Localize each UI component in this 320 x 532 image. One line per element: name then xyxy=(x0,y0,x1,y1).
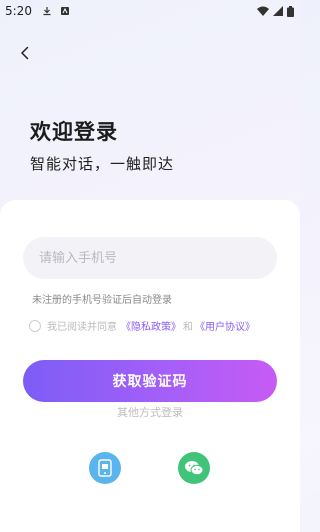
agree-prefix-text: 我已阅读并同意 xyxy=(47,322,117,333)
user-agreement-link[interactable]: 《用户协议》 xyxy=(195,318,255,333)
page-title: 欢迎登录 xyxy=(30,120,118,144)
register-hint: 未注册的手机号验证后自动登录 xyxy=(32,295,172,306)
page-subtitle: 智能对话，一触即达 xyxy=(30,155,175,173)
wechat-login-button[interactable] xyxy=(178,452,210,484)
status-bar: 5:20 xyxy=(0,0,300,22)
get-code-button[interactable]: 获取验证码 xyxy=(23,360,277,402)
wechat-icon xyxy=(185,461,204,476)
agreement-row: 我已阅读并同意 《隐私政策》 和 《用户协议》 xyxy=(29,318,255,333)
and-text: 和 xyxy=(183,322,193,333)
app-notification-icon xyxy=(60,7,69,15)
privacy-policy-link[interactable]: 《隐私政策》 xyxy=(121,318,181,333)
wifi-icon xyxy=(257,6,269,16)
agree-checkbox[interactable] xyxy=(29,319,41,332)
signal-icon xyxy=(273,6,283,16)
chevron-left-icon xyxy=(21,46,29,60)
other-login-label: 其他方式登录 xyxy=(117,406,183,419)
download-icon xyxy=(43,7,51,16)
phone-login-button[interactable] xyxy=(89,452,121,484)
phone-login-icon xyxy=(98,459,112,477)
battery-icon xyxy=(287,5,294,17)
back-button[interactable] xyxy=(14,42,36,64)
status-time: 5:20 xyxy=(5,4,32,18)
phone-input[interactable] xyxy=(23,237,277,279)
